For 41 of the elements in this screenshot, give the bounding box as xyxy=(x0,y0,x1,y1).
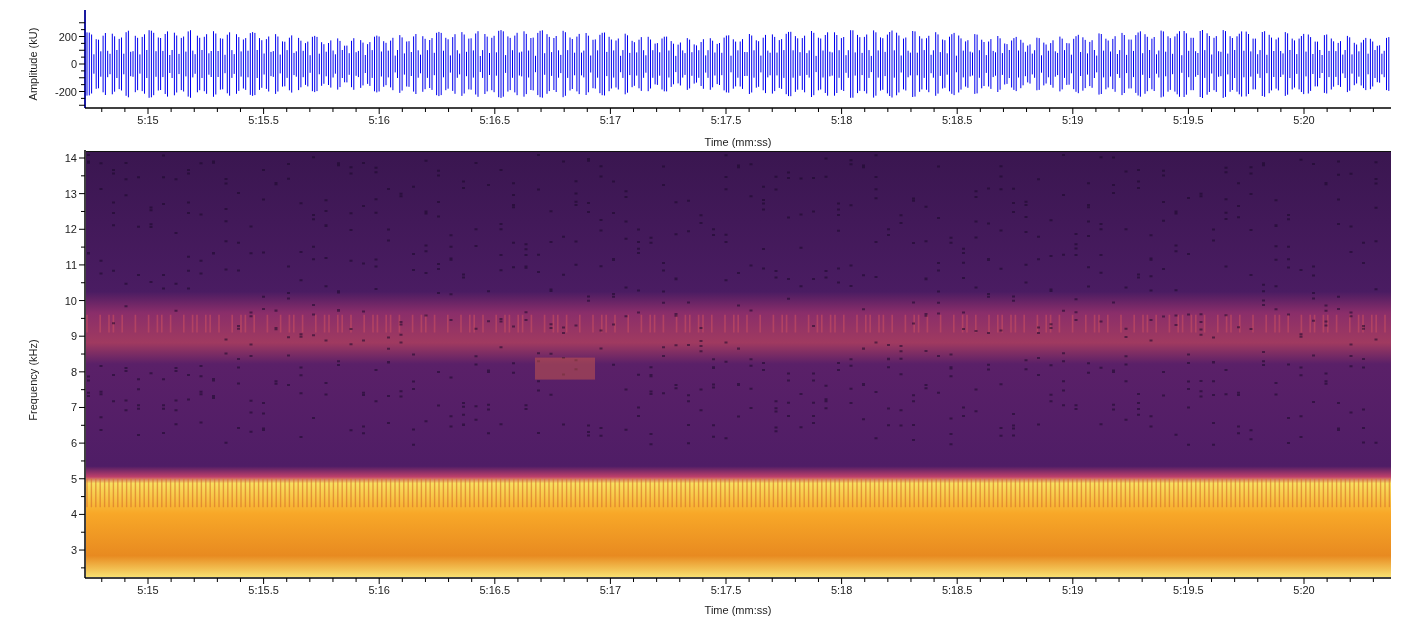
tick-label: 5:17 xyxy=(599,584,622,596)
tick-label: 5:18.5 xyxy=(941,584,973,596)
tick-label: 5:15 xyxy=(137,114,159,126)
tick-label: 5:17 xyxy=(599,114,622,126)
axis-title: Amplitude (kU) xyxy=(27,27,39,101)
tick-label: 5:18 xyxy=(830,584,853,596)
tick-label: -200 xyxy=(54,85,77,98)
tick-label: 5:15.5 xyxy=(248,114,279,126)
tick-label: 11 xyxy=(65,258,77,271)
tick-label: 5:17.5 xyxy=(710,584,742,596)
tick-label: 5:19 xyxy=(1062,114,1084,126)
tick-label: 6 xyxy=(70,437,77,450)
tick-label: 5:20 xyxy=(1293,584,1315,596)
tick-label: 0 xyxy=(70,58,77,70)
tick-label: 3 xyxy=(70,544,77,557)
tick-label: 8 xyxy=(70,365,77,378)
tick-label: 5:19 xyxy=(1062,584,1084,596)
tick-label: 200 xyxy=(58,30,77,43)
tick-label: 14 xyxy=(64,152,77,164)
tick-label: 5:16 xyxy=(368,584,390,596)
tick-label: 5:18.5 xyxy=(941,114,973,126)
tick-label: 5:16.5 xyxy=(479,584,511,596)
tick-label: 5:16.5 xyxy=(479,114,511,126)
axis-title: Time (mm:ss) xyxy=(704,136,772,148)
tick-label: 12 xyxy=(64,223,77,236)
tick-label: 9 xyxy=(70,330,77,343)
tick-label: 13 xyxy=(64,187,77,200)
tick-label: 5:19.5 xyxy=(1173,114,1204,126)
tick-label: 5:18 xyxy=(830,114,853,126)
tick-label: 5:16 xyxy=(368,114,390,126)
tick-label: 10 xyxy=(64,294,77,307)
tick-label: 4 xyxy=(70,508,77,521)
tick-label: 5:15.5 xyxy=(248,584,279,596)
tick-label: 5:19.5 xyxy=(1173,584,1204,596)
tick-label: 7 xyxy=(70,401,77,414)
axis-title: Time (mm:ss) xyxy=(704,604,772,616)
tick-label: 5:17.5 xyxy=(710,114,742,126)
tick-label: 5 xyxy=(70,472,77,485)
axis-title: Frequency (kHz) xyxy=(27,339,39,421)
tick-label: 5:20 xyxy=(1293,114,1315,126)
tick-label: 5:15 xyxy=(137,584,159,596)
